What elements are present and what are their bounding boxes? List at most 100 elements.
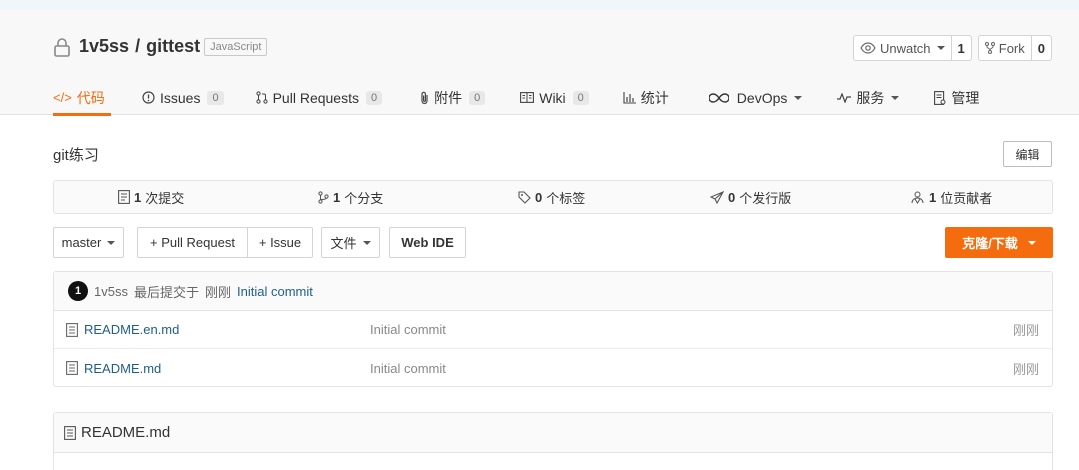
stat-releases[interactable]: 0 个发行版: [710, 181, 791, 213]
web-ide-label: Web IDE: [401, 235, 454, 250]
stat-count: 0: [728, 189, 736, 205]
stat-label: 个发行版: [739, 190, 792, 206]
branch-label: master: [61, 235, 102, 250]
fork-icon: [984, 42, 995, 54]
stat-count: 1: [134, 189, 142, 205]
watch-button[interactable]: Unwatch: [854, 36, 951, 60]
tab-label: Pull Requests: [272, 89, 359, 106]
top-strip: [0, 0, 1079, 10]
chevron-down-icon: [936, 46, 945, 50]
repo-separator: /: [135, 36, 141, 56]
commit-text: 最后提交于: [133, 284, 199, 300]
commit-author[interactable]: 1v5ss: [94, 284, 128, 299]
issue-label: + Issue: [258, 235, 302, 250]
contributors-icon: [911, 191, 924, 204]
tag-icon: [518, 190, 531, 204]
chevron-down-icon: [794, 95, 803, 100]
repo-owner-link[interactable]: 1v5ss: [79, 36, 129, 57]
readme-header: README.md: [54, 413, 1052, 453]
stat-branches[interactable]: 1 个分支: [318, 181, 383, 213]
tab-label: Wiki: [539, 89, 566, 106]
code-icon: </>: [53, 90, 72, 105]
file-row: README.en.md Initial commit 刚刚: [54, 311, 1052, 349]
repo-description: git练习: [53, 147, 99, 164]
tab-count: 0: [365, 90, 383, 105]
tab-pull-requests[interactable]: Pull Requests 0: [255, 80, 383, 115]
tab-label: 管理: [951, 89, 980, 106]
branch-icon: [318, 190, 329, 204]
repo-toolbar: master + Pull Request + Issue 文件 Web IDE…: [53, 227, 1053, 258]
pull-request-icon: [255, 91, 268, 104]
repo-title: 1v5ss / gittest JavaScript: [53, 36, 268, 57]
tab-label: 统计: [640, 89, 669, 106]
chevron-down-icon: [891, 95, 900, 100]
stat-label: 个分支: [344, 190, 384, 206]
stat-commits[interactable]: 1 次提交: [118, 181, 184, 213]
tab-attachments[interactable]: 附件 0: [420, 80, 486, 115]
fork-button[interactable]: Fork: [979, 36, 1031, 60]
stat-tags[interactable]: 0 个标签: [518, 181, 585, 213]
tab-services[interactable]: 服务: [837, 80, 900, 115]
tab-statistics[interactable]: 统计: [623, 80, 669, 115]
stat-contributors[interactable]: 1 位贡献者: [910, 181, 992, 213]
watch-button-group: Unwatch 1: [852, 35, 972, 61]
stat-count: 0: [535, 189, 543, 205]
file-menu-label: 文件: [330, 236, 357, 251]
clone-download-button[interactable]: 克隆/下载: [945, 227, 1053, 258]
fork-button-group: Fork 0: [977, 35, 1052, 61]
tab-label: 服务: [856, 89, 885, 106]
latest-commit-bar: 1 1v5ss 最后提交于 刚刚 Initial commit: [54, 272, 1052, 311]
language-badge[interactable]: JavaScript: [204, 37, 268, 56]
web-ide-button[interactable]: Web IDE: [389, 227, 466, 258]
pull-request-label: + Pull Request: [150, 235, 235, 250]
pulse-icon: [837, 92, 852, 103]
avatar[interactable]: 1: [68, 281, 88, 301]
watch-count[interactable]: 1: [950, 36, 971, 60]
readme-title: README.md: [81, 424, 171, 441]
repo-header: 1v5ss / gittest JavaScript Unwatch 1 For…: [0, 10, 1079, 116]
stat-label: 位贡献者: [940, 190, 993, 206]
file-icon: [66, 322, 78, 337]
file-menu-button[interactable]: 文件: [321, 227, 380, 258]
chevron-down-icon: [1027, 240, 1036, 245]
eye-icon: [860, 42, 876, 54]
file-link[interactable]: README.en.md: [66, 322, 179, 337]
tab-devops[interactable]: DevOps: [708, 80, 803, 115]
file-name: README.en.md: [84, 322, 180, 337]
file-commit-message[interactable]: Initial commit: [370, 322, 446, 337]
paperclip-icon: [421, 91, 428, 104]
fork-label: Fork: [998, 40, 1025, 56]
tab-count: 0: [572, 90, 589, 105]
stat-label: 次提交: [145, 190, 185, 206]
file-icon: [66, 361, 78, 375]
repo-tabs: </> 代码 Issues 0 Pull Requests 0 附件 0 Wik…: [53, 80, 979, 116]
tab-count: 0: [469, 90, 486, 105]
issue-icon: [142, 91, 155, 104]
new-issue-button[interactable]: + Issue: [247, 227, 313, 258]
tab-wiki[interactable]: Wiki 0: [520, 80, 589, 115]
branch-select[interactable]: master: [53, 227, 124, 258]
file-commit-message[interactable]: Initial commit: [370, 361, 446, 376]
chevron-down-icon: [362, 240, 371, 245]
fork-count[interactable]: 0: [1030, 36, 1051, 60]
clone-label: 克隆/下载: [962, 236, 1018, 251]
file-commit-time: 刚刚: [1012, 323, 1039, 338]
readme-panel: README.md: [53, 412, 1053, 470]
file-link[interactable]: README.md: [66, 361, 161, 376]
commit-message-link[interactable]: Initial commit: [237, 284, 313, 299]
repo-name-link[interactable]: gittest: [146, 36, 200, 57]
tab-issues[interactable]: Issues 0: [142, 80, 224, 115]
tab-manage[interactable]: 管理: [934, 80, 979, 115]
stat-count: 1: [333, 189, 341, 205]
repo-actions: Unwatch 1 Fork 0: [852, 35, 1052, 61]
tab-code[interactable]: </> 代码: [53, 80, 111, 116]
settings-doc-icon: [934, 90, 946, 105]
file-row: README.md Initial commit 刚刚: [54, 349, 1052, 387]
new-pull-request-button[interactable]: + Pull Request: [137, 227, 247, 258]
commit-icon: [118, 190, 130, 204]
stat-label: 个标签: [546, 190, 586, 206]
book-icon: [520, 92, 535, 103]
file-list: 1 1v5ss 最后提交于 刚刚 Initial commit README.e…: [53, 271, 1053, 387]
edit-description-button[interactable]: 编辑: [1003, 141, 1052, 167]
stat-count: 1: [929, 189, 937, 205]
